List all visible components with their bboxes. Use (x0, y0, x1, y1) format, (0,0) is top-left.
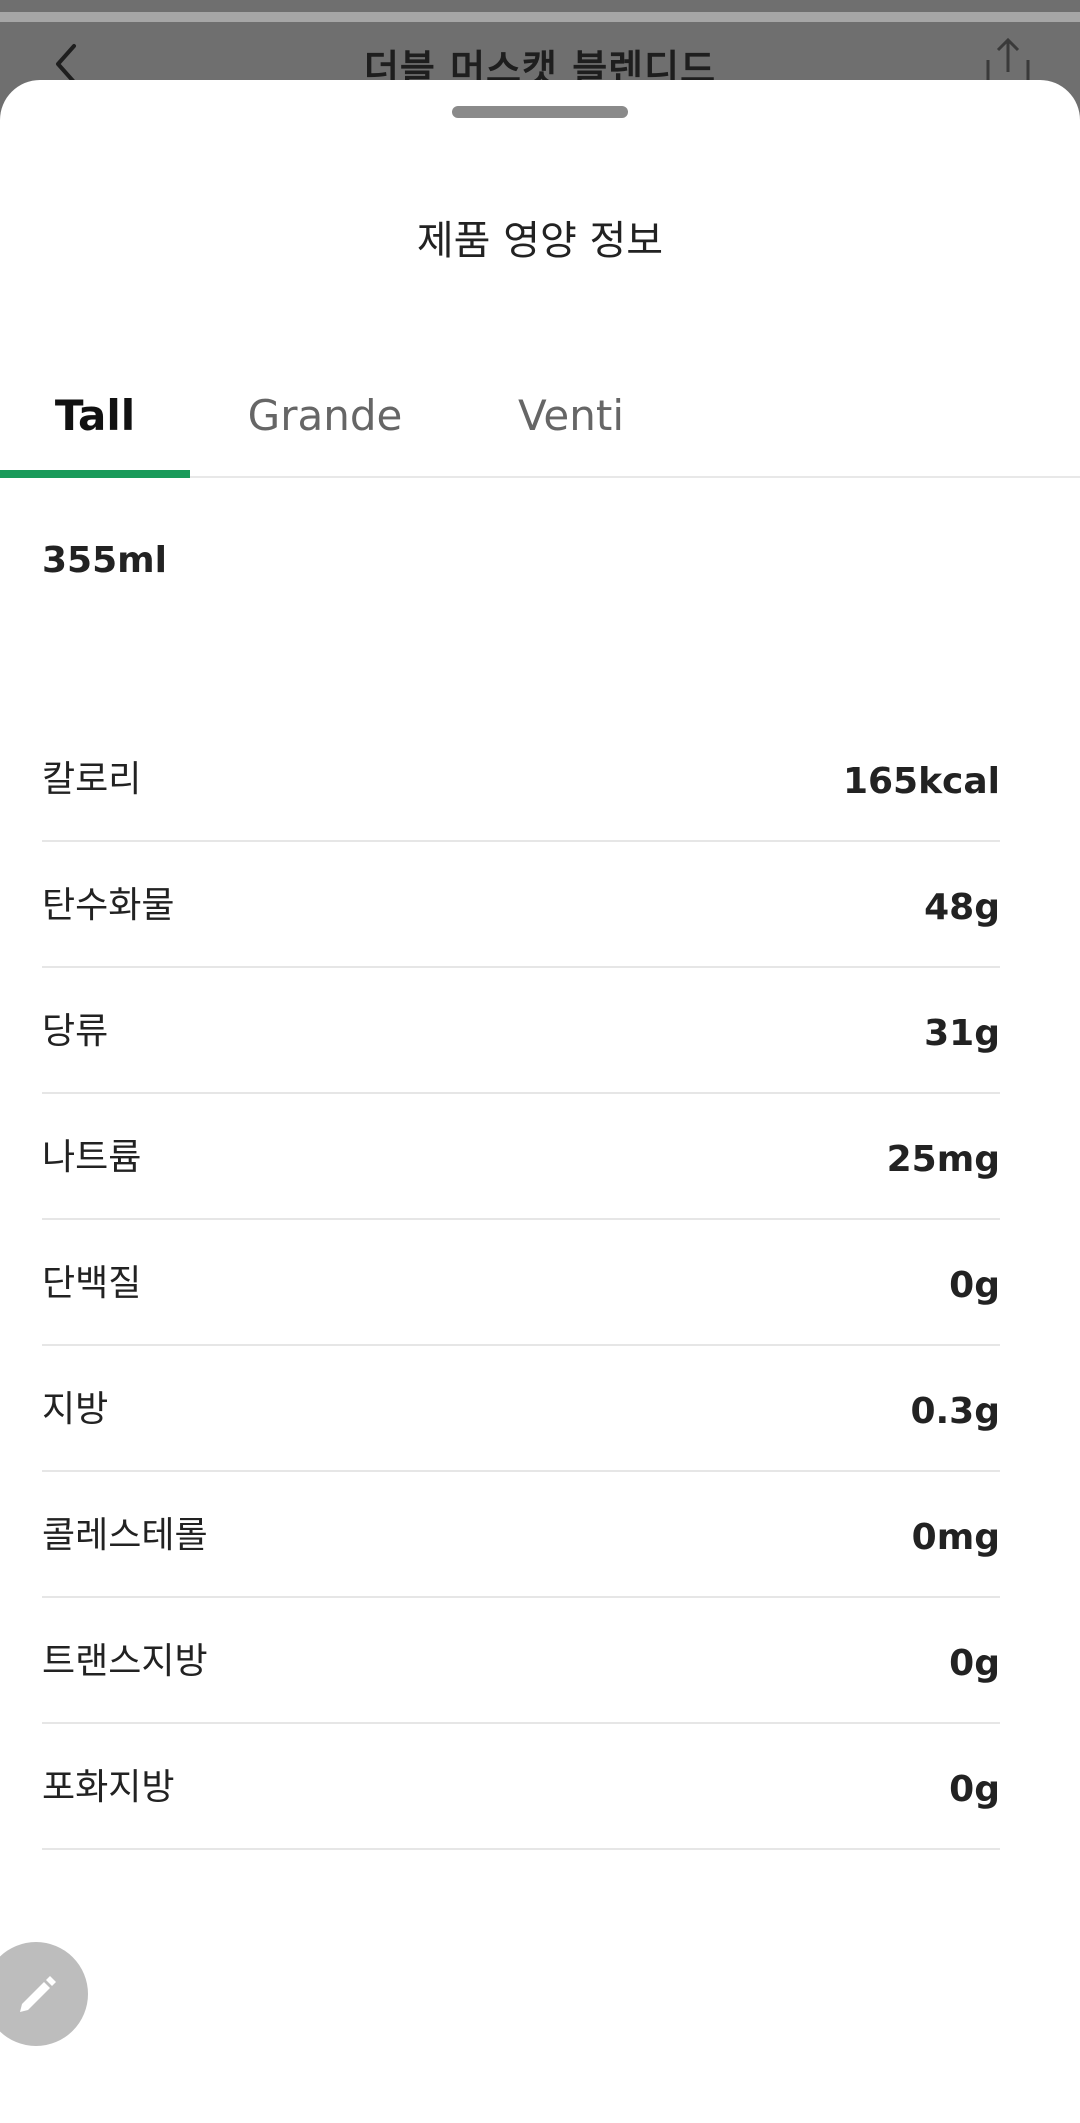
nutrition-value: 0g (949, 1265, 1000, 1306)
tab-grande[interactable]: Grande (230, 380, 420, 476)
edit-button[interactable] (0, 1942, 88, 2046)
nutrition-label: 단백질 (42, 1263, 142, 1304)
nutrition-row-protein: 단백질 0g (42, 1220, 1000, 1346)
nutrition-label: 콜레스테롤 (42, 1515, 208, 1556)
nutrition-value: 0g (949, 1769, 1000, 1810)
nutrition-label: 당류 (42, 1011, 109, 1052)
tab-tall[interactable]: Tall (0, 380, 190, 476)
tab-indicator (0, 470, 190, 478)
nutrition-value: 0.3g (910, 1391, 1000, 1432)
size-tabs: Tall Grande Venti (0, 380, 1080, 478)
nutrition-row-fat: 지방 0.3g (42, 1346, 1000, 1472)
sheet-grabber[interactable] (452, 106, 628, 118)
nutrition-value: 0mg (911, 1517, 1000, 1558)
nutrition-value: 48g (924, 887, 1000, 928)
sheet-title: 제품 영양 정보 (416, 218, 664, 264)
nutrition-row-calories: 칼로리 165kcal (42, 702, 1000, 842)
nutrition-value: 0g (949, 1643, 1000, 1684)
screen: 더블 머스캣 블렌디드 제품 영양 정보 Tall Grande Venti 3… (0, 0, 1080, 2123)
pencil-icon (20, 1976, 56, 2012)
status-bar (0, 12, 1080, 22)
nutrition-row-trans-fat: 트랜스지방 0g (42, 1598, 1000, 1724)
nutrition-row-cholesterol: 콜레스테롤 0mg (42, 1472, 1000, 1598)
nutrition-row-carbohydrate: 탄수화물 48g (42, 842, 1000, 968)
nutrition-label: 지방 (42, 1389, 109, 1430)
nutrition-list: 칼로리 165kcal 탄수화물 48g 당류 31g 나트륨 25mg 단백질… (42, 702, 1000, 1850)
nutrition-value: 165kcal (842, 761, 1000, 802)
tab-venti[interactable]: Venti (476, 380, 666, 476)
nutrition-row-sodium: 나트륨 25mg (42, 1094, 1000, 1220)
nutrition-row-sugars: 당류 31g (42, 968, 1000, 1094)
nutrition-label: 나트륨 (42, 1137, 142, 1178)
nutrition-row-saturated-fat: 포화지방 0g (42, 1724, 1000, 1850)
nutrition-value: 25mg (886, 1139, 1000, 1180)
nutrition-label: 포화지방 (42, 1767, 175, 1808)
serving-size: 355ml (42, 540, 167, 581)
nutrition-label: 칼로리 (42, 759, 142, 800)
nutrition-label: 탄수화물 (42, 885, 175, 926)
nutrition-sheet: 제품 영양 정보 Tall Grande Venti 355ml 칼로리 165… (0, 80, 1080, 2123)
nutrition-value: 31g (924, 1013, 1000, 1054)
nutrition-label: 트랜스지방 (42, 1641, 208, 1682)
